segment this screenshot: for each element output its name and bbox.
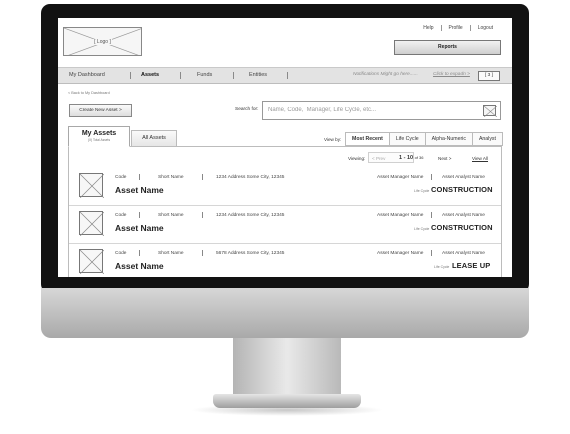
pager-view-all-link[interactable]: View All [472, 156, 488, 161]
asset-analyst-name: Asset Analyst Name [442, 175, 485, 180]
nav-divider [180, 72, 181, 79]
asset-status: LEASE UP [452, 261, 491, 270]
sort-alpha-numeric[interactable]: Alpha-Numeric [424, 132, 473, 146]
pager-range: 1 - 10 of 36 [399, 155, 424, 161]
nav-divider [130, 72, 131, 79]
asset-thumbnail [79, 173, 104, 198]
tab-all-assets[interactable]: All Assets [131, 130, 177, 146]
asset-row[interactable]: Code Short Name 1234 Address Some City, … [69, 207, 501, 244]
asset-name[interactable]: Asset Name [115, 223, 164, 233]
asset-code: Code [115, 213, 127, 218]
field-divider [202, 250, 203, 256]
sort-options: Most Recent Life Cycle Alpha-Numeric Ana… [345, 132, 503, 146]
monitor-chin [41, 288, 529, 338]
sort-analyst[interactable]: Analyst [471, 132, 503, 146]
nav-divider [287, 72, 288, 79]
pager-prev-button[interactable]: < Prev [372, 156, 385, 161]
asset-status: CONSTRUCTION [431, 185, 493, 194]
asset-thumbnail-image [80, 250, 104, 274]
pager-viewing-label: Viewing: [348, 156, 366, 161]
field-divider [139, 212, 140, 218]
field-divider [431, 212, 432, 218]
asset-address: 1234 Address Some City, 12345 [216, 175, 285, 180]
search-label: Search for: [235, 107, 259, 112]
sort-life-cycle[interactable]: Life Cycle [388, 132, 426, 146]
life-cycle-label: Life Cycle [414, 227, 430, 231]
help-link[interactable]: Help [416, 25, 440, 31]
nav-entities[interactable]: Entities [249, 72, 267, 78]
asset-short-name: Short Name [158, 175, 184, 180]
monitor-stand-neck [233, 338, 341, 398]
asset-thumbnail [79, 249, 104, 274]
nav-funds[interactable]: Funds [197, 72, 212, 78]
asset-analyst-name: Asset Analyst Name [442, 251, 485, 256]
logout-link[interactable]: Logout [469, 25, 500, 31]
nav-divider [233, 72, 234, 79]
pager-next-button[interactable]: Next > [438, 156, 451, 161]
asset-manager-name: Asset Manager Name [377, 213, 424, 218]
top-links: Help Profile Logout [416, 25, 500, 31]
nav-assets[interactable]: Assets [141, 72, 159, 78]
tab-my-assets-count: (X) Total Assets [87, 138, 111, 142]
life-cycle-label: Life Cycle [434, 265, 450, 269]
asset-row[interactable]: Code Short Name 1234 Address Some City, … [69, 169, 501, 206]
create-new-asset-button[interactable]: Create New Asset > [69, 104, 132, 117]
view-by-label: View by: [324, 137, 342, 142]
notification-count-badge[interactable]: [ 3 ] [478, 71, 500, 81]
asset-short-name: Short Name [158, 251, 184, 256]
sort-most-recent[interactable]: Most Recent [345, 132, 390, 146]
notification-text: Notifications Might go here...... [353, 72, 418, 77]
tab-my-assets[interactable]: My Assets (X) Total Assets [68, 126, 130, 147]
logo-placeholder: [ Logo ] [63, 27, 142, 56]
asset-code: Code [115, 175, 127, 180]
search-input[interactable] [268, 107, 468, 113]
profile-link[interactable]: Profile [440, 25, 470, 31]
asset-row[interactable]: Code Short Name 5678 Address Some City, … [69, 245, 501, 277]
tab-my-assets-label: My Assets [81, 130, 117, 137]
asset-address: 1234 Address Some City, 12345 [216, 213, 285, 218]
search-icon-glyph [484, 106, 497, 117]
field-divider [139, 250, 140, 256]
asset-address: 5678 Address Some City, 12345 [216, 251, 285, 256]
monitor-stand-base [213, 394, 361, 408]
field-divider [431, 250, 432, 256]
asset-manager-name: Asset Manager Name [377, 175, 424, 180]
monitor-screen: [ Logo ] Help Profile Logout Reports My … [58, 18, 512, 277]
nav-my-dashboard[interactable]: My Dashboard [69, 72, 105, 78]
field-divider [431, 174, 432, 180]
asset-manager-name: Asset Manager Name [377, 251, 424, 256]
logo-label: [ Logo ] [93, 39, 112, 45]
field-divider [139, 174, 140, 180]
search-icon[interactable] [483, 105, 497, 117]
asset-name[interactable]: Asset Name [115, 185, 164, 195]
asset-short-name: Short Name [158, 213, 184, 218]
asset-name[interactable]: Asset Name [115, 261, 164, 271]
field-divider [202, 174, 203, 180]
search-box [262, 101, 501, 120]
asset-analyst-name: Asset Analyst Name [442, 213, 485, 218]
life-cycle-label: Life Cycle [414, 189, 430, 193]
pager-range-total: of 36 [414, 155, 424, 160]
notification-expand-link[interactable]: Click to expadn > [433, 72, 470, 77]
asset-thumbnail [79, 211, 104, 236]
pager-range-current: 1 - 10 [399, 155, 414, 161]
back-to-dashboard-link[interactable]: < Back to My Dashboard [68, 91, 110, 95]
asset-status: CONSTRUCTION [431, 223, 493, 232]
main-nav: My Dashboard Assets Funds Entities Notif… [58, 67, 512, 84]
asset-code: Code [115, 251, 127, 256]
asset-thumbnail-image [80, 212, 104, 236]
field-divider [202, 212, 203, 218]
reports-button[interactable]: Reports [394, 40, 501, 55]
asset-thumbnail-image [80, 174, 104, 198]
